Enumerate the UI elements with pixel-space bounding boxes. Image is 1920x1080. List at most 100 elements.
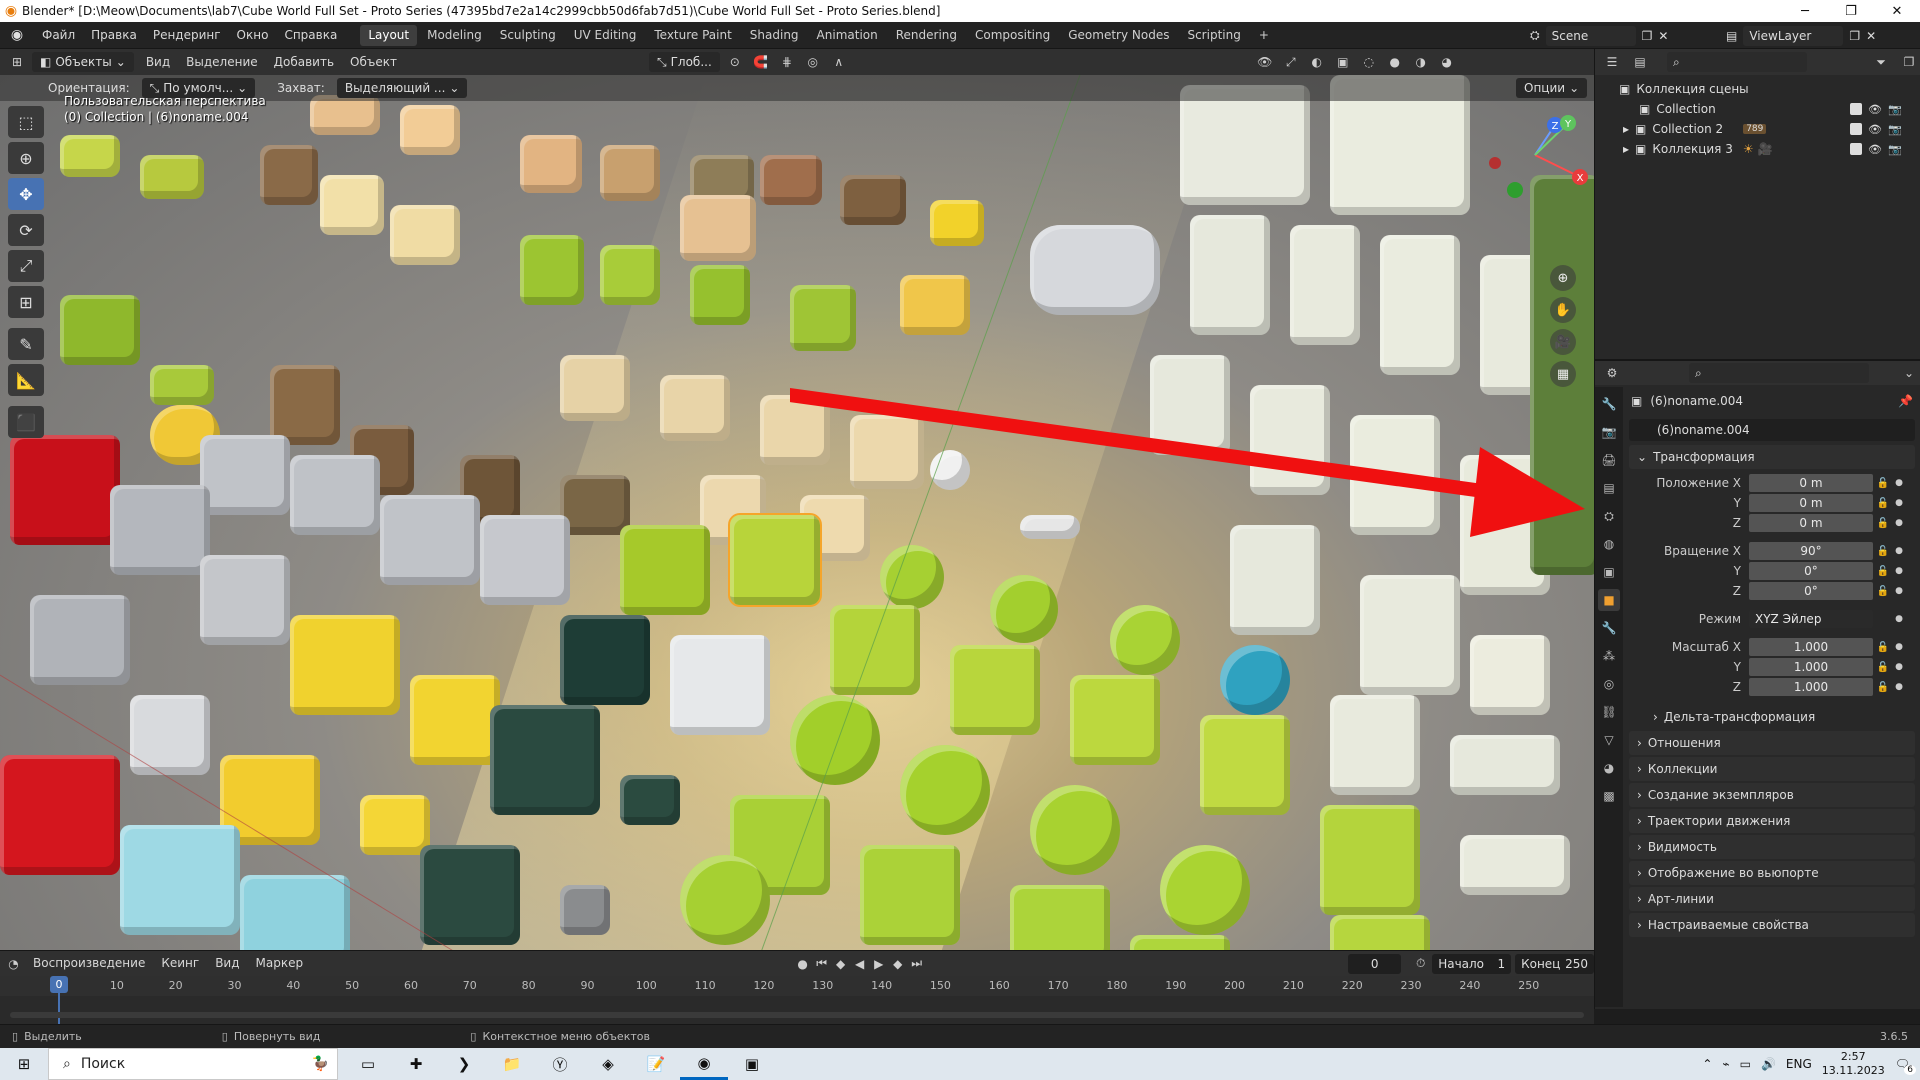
keyframe-dot-icon[interactable]: ●: [1893, 498, 1905, 508]
shading-rendered-icon[interactable]: ◕: [1436, 52, 1458, 72]
menu-item[interactable]: Файл: [34, 22, 83, 49]
frame-ruler[interactable]: 0 10 20 30 40 50 60 70 80 90 100 110 120 130 140 150 160…: [0, 976, 1594, 996]
collapsed-panel-header[interactable]: › Отношения: [1629, 731, 1915, 755]
collection-tab-icon[interactable]: ▣: [1598, 561, 1620, 583]
viewport-menu-item[interactable]: Объект: [342, 49, 405, 76]
volume-icon[interactable]: 🔊: [1761, 1057, 1776, 1071]
collapsed-panel-header[interactable]: › Коллекции: [1629, 757, 1915, 781]
lock-icon[interactable]: 🔓: [1873, 682, 1893, 693]
blender-taskbar-icon[interactable]: ◉: [680, 1048, 728, 1080]
next-key-icon[interactable]: ◆: [890, 954, 905, 974]
collapsed-panel-header[interactable]: › Настраиваемые свойства: [1629, 913, 1915, 937]
navigation-gizmo[interactable]: Z Y X: [1480, 95, 1590, 205]
workspace-tab[interactable]: Texture Paint: [646, 25, 739, 46]
timeline-menu-item[interactable]: Кеинг: [153, 950, 207, 977]
collapsed-panel-header[interactable]: › Траектории движения: [1629, 809, 1915, 833]
gizmo-toggle-icon[interactable]: ⤢: [1280, 52, 1302, 72]
editor-type-icon[interactable]: ☰: [1601, 52, 1623, 72]
editor-type-icon[interactable]: ⊞: [6, 52, 28, 72]
blender-menu-icon[interactable]: ◉: [0, 27, 34, 43]
lock-icon[interactable]: 🔓: [1873, 498, 1893, 509]
camera-view-icon[interactable]: 🎥: [1550, 329, 1576, 355]
menu-item[interactable]: Окно: [229, 22, 277, 49]
tool-tab-icon[interactable]: 🔧: [1598, 393, 1620, 415]
camera-icon[interactable]: 📷: [1888, 103, 1902, 116]
qt-creator-icon[interactable]: ◈: [584, 1048, 632, 1080]
filter-icon[interactable]: ⏷: [1870, 52, 1892, 72]
proportional-edit-icon[interactable]: ◎: [802, 52, 824, 72]
add-workspace-icon[interactable]: +: [1251, 25, 1277, 46]
output-tab-icon[interactable]: 🖨: [1598, 449, 1620, 471]
collapsed-panel-header[interactable]: › Арт-линии: [1629, 887, 1915, 911]
view-layer-tab-icon[interactable]: ▤: [1598, 477, 1620, 499]
exclude-checkbox[interactable]: [1850, 143, 1862, 155]
lock-icon[interactable]: 🔓: [1873, 642, 1893, 653]
rotate-icon[interactable]: ⟳: [8, 214, 44, 246]
workspace-tab[interactable]: Modeling: [419, 25, 490, 46]
select-box-icon[interactable]: ⬚: [8, 106, 44, 138]
shading-solid-icon[interactable]: ●: [1384, 52, 1406, 72]
keyframe-dot-icon[interactable]: ●: [1893, 642, 1905, 652]
tray-expand-icon[interactable]: ⌃: [1702, 1057, 1712, 1071]
rotation-y-field[interactable]: 0°: [1749, 562, 1873, 580]
network-icon[interactable]: ⌁: [1722, 1057, 1729, 1071]
xray-icon[interactable]: ▣: [1332, 52, 1354, 72]
language-indicator[interactable]: ENG: [1786, 1057, 1812, 1071]
keyframe-dot-icon[interactable]: ●: [1893, 566, 1905, 576]
task-view-icon[interactable]: ▭: [344, 1048, 392, 1080]
eye-icon[interactable]: 👁: [1868, 103, 1882, 116]
collapsed-panel-header[interactable]: › Создание экземпляров: [1629, 783, 1915, 807]
snap-icon[interactable]: 🧲: [750, 52, 772, 72]
menu-item[interactable]: Правка: [83, 22, 145, 49]
viewport-menu-item[interactable]: Выделение: [178, 49, 265, 76]
collapsed-panel-header[interactable]: › Видимость: [1629, 835, 1915, 859]
jump-start-icon[interactable]: ⏮: [814, 954, 829, 974]
rotation-x-field[interactable]: 90°: [1749, 542, 1873, 560]
keyframe-dot-icon[interactable]: ●: [1893, 478, 1905, 488]
play-reverse-icon[interactable]: ◀: [852, 954, 867, 974]
snap-target-icon[interactable]: ⋕: [776, 52, 798, 72]
properties-search-input[interactable]: ⌕: [1689, 363, 1869, 383]
add-cube-icon[interactable]: ⬛: [8, 406, 44, 438]
scene-name[interactable]: Scene: [1545, 25, 1636, 46]
pan-hand-icon[interactable]: ✋: [1550, 297, 1576, 323]
scene-selector[interactable]: ⛭ Scene ❐ ✕: [1530, 25, 1668, 46]
workspace-tab[interactable]: Geometry Nodes: [1060, 25, 1177, 46]
workspace-tab[interactable]: Shading: [742, 25, 807, 46]
ortho-grid-icon[interactable]: ▦: [1550, 361, 1576, 387]
transform-panel-header[interactable]: ⌄ Трансформация: [1629, 445, 1915, 469]
exclude-checkbox[interactable]: [1850, 103, 1862, 115]
world-tab-icon[interactable]: ◍: [1598, 533, 1620, 555]
collapsed-panel-header[interactable]: › Отображение во вьюпорте: [1629, 861, 1915, 885]
outliner-item-collection-2[interactable]: ▸ ▣ Collection 2 789 👁 📷: [1595, 119, 1920, 139]
pin-icon[interactable]: 📌: [1898, 394, 1913, 408]
current-frame-field[interactable]: 0: [1348, 953, 1402, 974]
expand-arrow-icon[interactable]: ▸: [1623, 142, 1629, 156]
scene-tab-icon[interactable]: ⛭: [1598, 505, 1620, 527]
notification-icon[interactable]: 🗨 6: [1895, 1057, 1916, 1075]
exclude-checkbox[interactable]: [1850, 123, 1862, 135]
timeline-menu-item[interactable]: Маркер: [248, 950, 312, 977]
lock-icon[interactable]: 🔓: [1873, 662, 1893, 673]
timeline-menu-item[interactable]: Воспроизведение: [25, 950, 153, 977]
workspace-tab[interactable]: Compositing: [967, 25, 1058, 46]
physics-tab-icon[interactable]: ◎: [1598, 673, 1620, 695]
timeline-scrollbar[interactable]: [10, 1012, 1584, 1018]
outliner-scene-collection[interactable]: ▣ Коллекция сцены: [1595, 79, 1920, 99]
timeline-menu-item[interactable]: Вид: [207, 950, 247, 977]
yandex-browser-icon[interactable]: Ⓨ: [536, 1048, 584, 1080]
outliner-search-input[interactable]: ⌕: [1667, 52, 1807, 72]
keyframe-dot-icon[interactable]: ●: [1893, 662, 1905, 672]
chevron-down-icon[interactable]: ⌄: [1898, 363, 1920, 383]
measure-icon[interactable]: 📐: [8, 364, 44, 396]
powershell-icon[interactable]: ❯: [440, 1048, 488, 1080]
file-explorer-icon[interactable]: 📁: [488, 1048, 536, 1080]
menu-item[interactable]: Рендеринг: [145, 22, 229, 49]
menu-item[interactable]: Справка: [276, 22, 345, 49]
minimize-button[interactable]: ─: [1782, 0, 1828, 22]
display-mode-icon[interactable]: ▤: [1629, 52, 1651, 72]
camera-icon[interactable]: 📷: [1888, 123, 1902, 136]
keyframe-dot-icon[interactable]: ●: [1893, 518, 1905, 528]
pivot-icon[interactable]: ⊙: [724, 52, 746, 72]
delete-viewlayer-icon[interactable]: ✕: [1866, 29, 1876, 43]
